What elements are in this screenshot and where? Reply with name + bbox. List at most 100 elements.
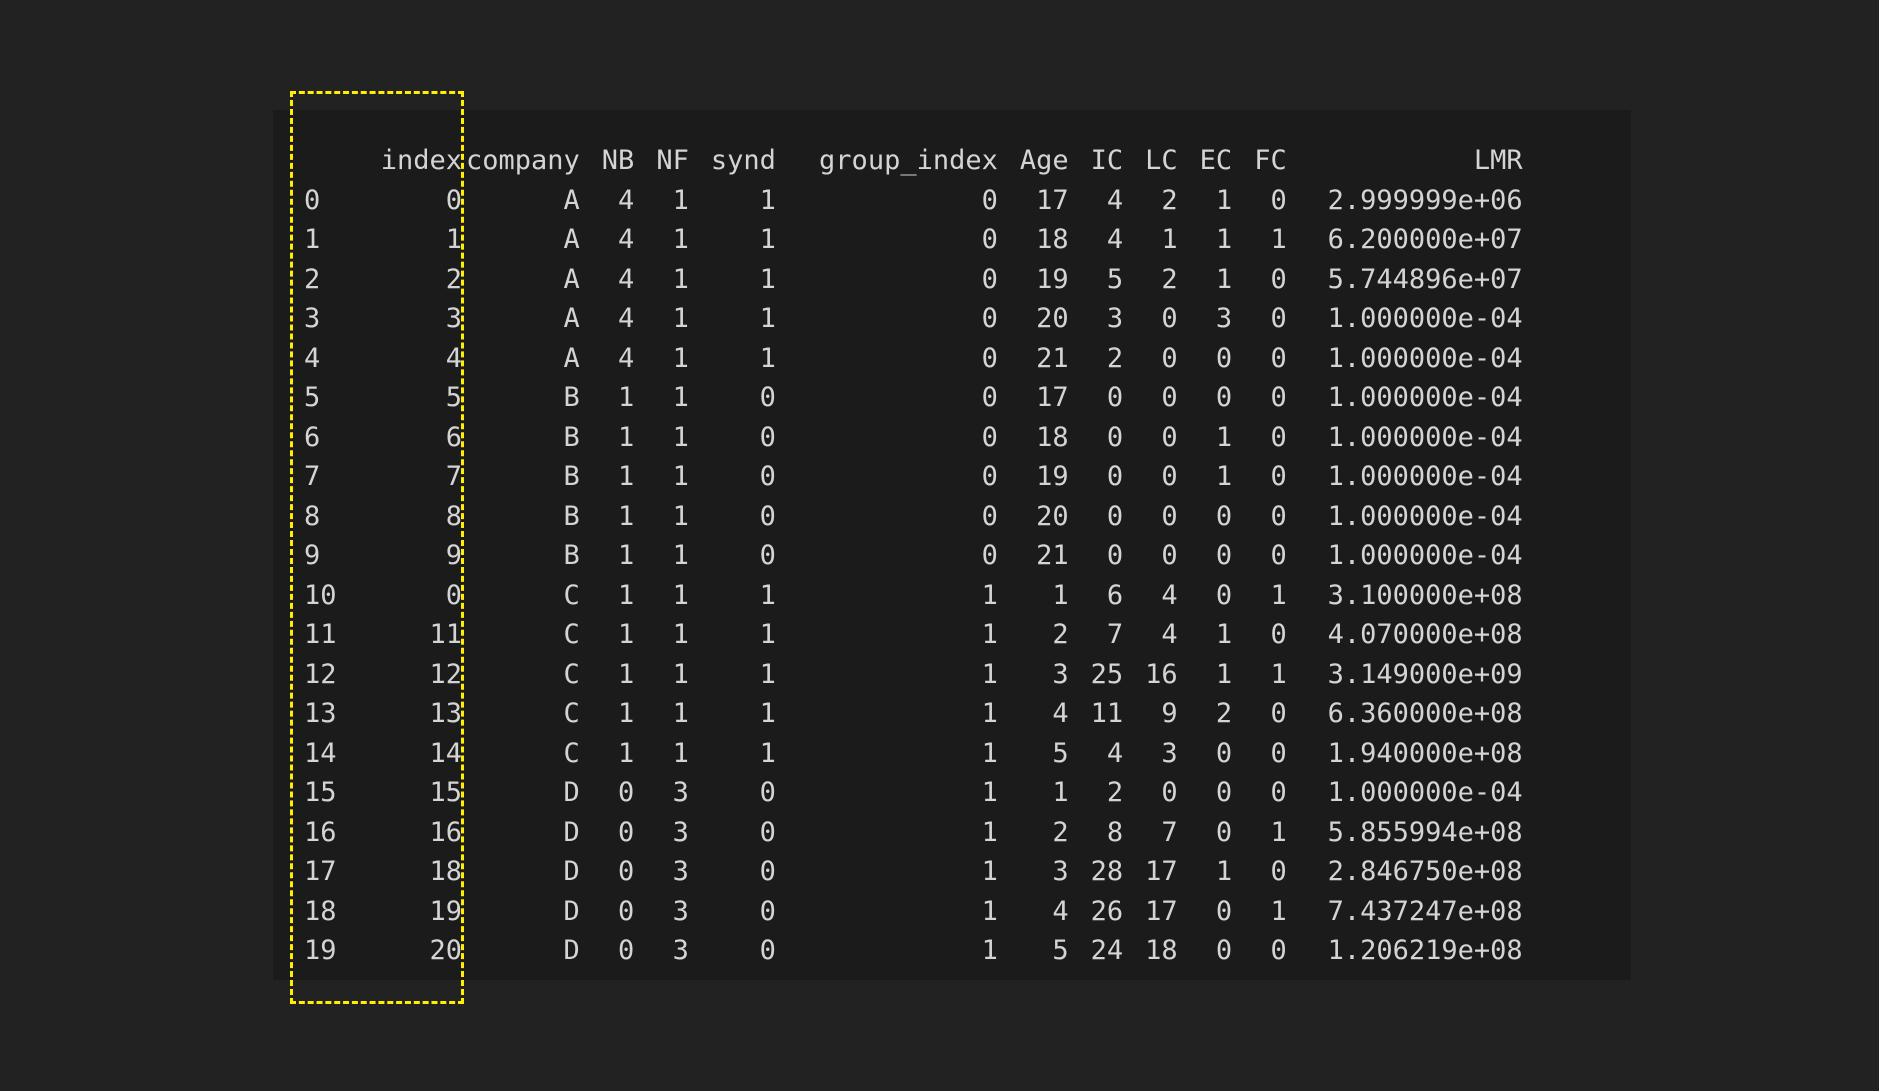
cell-ic: 2 <box>1106 777 1124 809</box>
cell-lmr: 1.000000e-04 <box>1327 461 1523 493</box>
cell-ec: 1 <box>1215 856 1233 888</box>
cell-company: B <box>563 382 580 414</box>
cell-ec: 0 <box>1215 382 1233 414</box>
cell-nb: 1 <box>618 461 635 493</box>
cell-synd: 0 <box>759 816 776 848</box>
cell-fc: 0 <box>1270 382 1287 414</box>
table-row: 11 11 C 1 1 1 1 2 7 4 1 0 4.070000e+08 <box>296 615 1523 655</box>
cell-nf: 1 <box>672 224 689 256</box>
cell-lmr: 1.000000e-04 <box>1327 303 1523 335</box>
cell-lmr: 1.206219e+08 <box>1327 935 1523 967</box>
cell-lc: 0 <box>1161 382 1178 414</box>
cell-synd: 1 <box>759 579 776 611</box>
cell-synd: 0 <box>759 540 776 572</box>
cell-group-index: 1 <box>981 698 998 730</box>
cell-index: 2 <box>445 263 462 295</box>
row-index-cell: 18 <box>304 895 337 927</box>
cell-index: 0 <box>445 184 462 216</box>
cell-nf: 1 <box>672 500 689 532</box>
cell-lmr: 6.200000e+07 <box>1327 224 1523 256</box>
cell-age: 18 <box>1036 224 1069 256</box>
row-index-cell: 14 <box>304 737 337 769</box>
cell-lmr: 2.846750e+08 <box>1327 856 1523 888</box>
cell-nb: 4 <box>618 342 635 374</box>
cell-ic: 5 <box>1106 263 1124 295</box>
cell-company: B <box>563 500 580 532</box>
cell-lc: 2 <box>1161 184 1178 216</box>
cell-nf: 3 <box>672 816 689 848</box>
cell-index: 20 <box>429 935 462 967</box>
cell-group-index: 0 <box>981 500 998 532</box>
cell-company: C <box>563 619 580 651</box>
row-index-cell: 15 <box>304 777 337 809</box>
cell-synd: 0 <box>759 461 776 493</box>
column-header-age: Age <box>1019 145 1069 177</box>
row-index-header <box>296 141 344 181</box>
cell-nf: 1 <box>672 658 689 690</box>
cell-fc: 0 <box>1270 184 1287 216</box>
table-row: 16 16 D 0 3 0 1 2 8 7 0 1 5.855994e+08 <box>296 813 1523 853</box>
dataframe-table: index company NB NF synd group_index Age IC LC EC… <box>296 141 1523 971</box>
cell-company: C <box>563 579 580 611</box>
cell-lc: 17 <box>1145 856 1178 888</box>
cell-index: 14 <box>429 737 462 769</box>
cell-age: 19 <box>1036 461 1069 493</box>
cell-ec: 0 <box>1215 895 1233 927</box>
cell-nb: 0 <box>618 816 635 848</box>
cell-lmr: 5.855994e+08 <box>1327 816 1523 848</box>
cell-ic: 0 <box>1106 421 1124 453</box>
cell-group-index: 1 <box>981 935 998 967</box>
cell-nf: 1 <box>672 303 689 335</box>
cell-ic: 3 <box>1106 303 1124 335</box>
cell-nf: 1 <box>672 579 689 611</box>
table-row: 10 0 C 1 1 1 1 1 6 4 0 1 3.100000e+08 <box>296 576 1523 616</box>
table-row: 1 1 A 4 1 1 0 18 4 1 1 1 6.200000e+07 <box>296 220 1523 260</box>
table-row: 18 19 D 0 3 0 1 4 26 17 0 1 7.437247e+08 <box>296 892 1523 932</box>
cell-lc: 0 <box>1161 540 1178 572</box>
cell-company: A <box>563 184 580 216</box>
cell-ec: 0 <box>1215 816 1233 848</box>
cell-ec: 1 <box>1215 184 1233 216</box>
cell-ic: 0 <box>1106 382 1124 414</box>
column-header-group-index: group_index <box>819 145 998 177</box>
cell-company: A <box>563 224 580 256</box>
cell-age: 21 <box>1036 540 1069 572</box>
cell-nb: 1 <box>618 658 635 690</box>
cell-age: 21 <box>1036 342 1069 374</box>
row-index-cell: 12 <box>304 658 337 690</box>
cell-synd: 0 <box>759 895 776 927</box>
cell-index: 16 <box>429 816 462 848</box>
cell-ec: 1 <box>1215 421 1233 453</box>
cell-index: 5 <box>445 382 462 414</box>
cell-company: C <box>563 658 580 690</box>
cell-age: 1 <box>1052 579 1069 611</box>
cell-nb: 1 <box>618 382 635 414</box>
cell-fc: 0 <box>1270 698 1287 730</box>
cell-company: D <box>563 935 580 967</box>
cell-company: B <box>563 461 580 493</box>
cell-lmr: 5.744896e+07 <box>1327 263 1523 295</box>
cell-lmr: 3.149000e+09 <box>1327 658 1523 690</box>
cell-company: C <box>563 698 580 730</box>
row-index-cell: 3 <box>304 303 321 335</box>
row-index-cell: 7 <box>304 461 321 493</box>
cell-synd: 1 <box>759 698 776 730</box>
cell-synd: 1 <box>759 184 776 216</box>
table-row: 7 7 B 1 1 0 0 19 0 0 1 0 1.000000e-04 <box>296 457 1523 497</box>
cell-ic: 24 <box>1090 935 1124 967</box>
cell-index: 11 <box>429 619 462 651</box>
table-row: 3 3 A 4 1 1 0 20 3 0 3 0 1.000000e-04 <box>296 299 1523 339</box>
cell-ic: 0 <box>1106 540 1124 572</box>
cell-ic: 6 <box>1106 579 1124 611</box>
cell-index: 9 <box>445 540 462 572</box>
cell-age: 5 <box>1052 737 1069 769</box>
cell-age: 18 <box>1036 421 1069 453</box>
cell-synd: 0 <box>759 856 776 888</box>
cell-fc: 1 <box>1270 224 1287 256</box>
cell-fc: 0 <box>1270 342 1287 374</box>
cell-fc: 0 <box>1270 935 1287 967</box>
cell-synd: 1 <box>759 342 776 374</box>
cell-ec: 1 <box>1215 658 1233 690</box>
cell-ic: 2 <box>1106 342 1124 374</box>
table-row: 15 15 D 0 3 0 1 1 2 0 0 0 1.000000e-04 <box>296 773 1523 813</box>
